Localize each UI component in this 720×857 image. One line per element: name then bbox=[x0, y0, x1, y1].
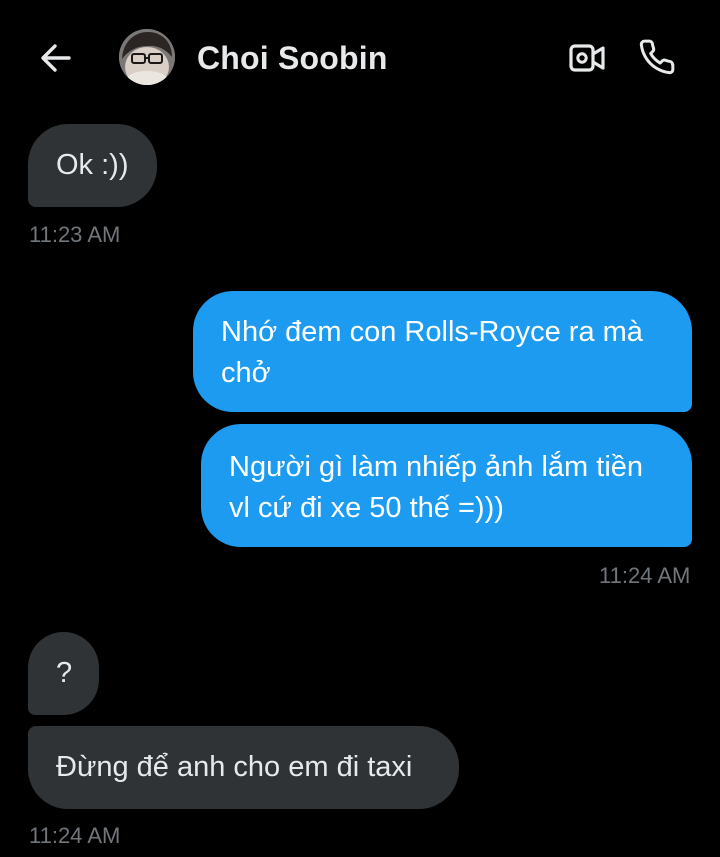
voice-call-button[interactable] bbox=[634, 34, 680, 80]
contact-avatar[interactable] bbox=[119, 29, 175, 85]
message-bubble[interactable]: ? bbox=[28, 632, 99, 715]
video-call-button[interactable] bbox=[564, 36, 610, 80]
phone-icon bbox=[639, 39, 675, 75]
video-camera-icon bbox=[569, 44, 605, 72]
message-bubble[interactable]: Đừng để anh cho em đi taxi bbox=[28, 726, 459, 809]
message-timestamp: 11:24 AM bbox=[599, 563, 691, 588]
back-button[interactable] bbox=[32, 36, 80, 80]
message-bubble[interactable]: Nhớ đem con Rolls-Royce ra mà chở bbox=[193, 291, 692, 412]
avatar-image bbox=[119, 29, 175, 85]
arrow-left-icon bbox=[41, 44, 71, 72]
contact-name[interactable]: Choi Soobin bbox=[197, 40, 388, 77]
message-bubble[interactable]: Người gì làm nhiếp ảnh lắm tiền vl cứ đi… bbox=[201, 424, 692, 547]
conversation-header: Choi Soobin bbox=[0, 0, 720, 112]
message-timestamp: 11:23 AM bbox=[29, 222, 121, 247]
message-timestamp: 11:24 AM bbox=[29, 823, 121, 848]
message-bubble[interactable]: Ok :)) bbox=[28, 124, 157, 207]
